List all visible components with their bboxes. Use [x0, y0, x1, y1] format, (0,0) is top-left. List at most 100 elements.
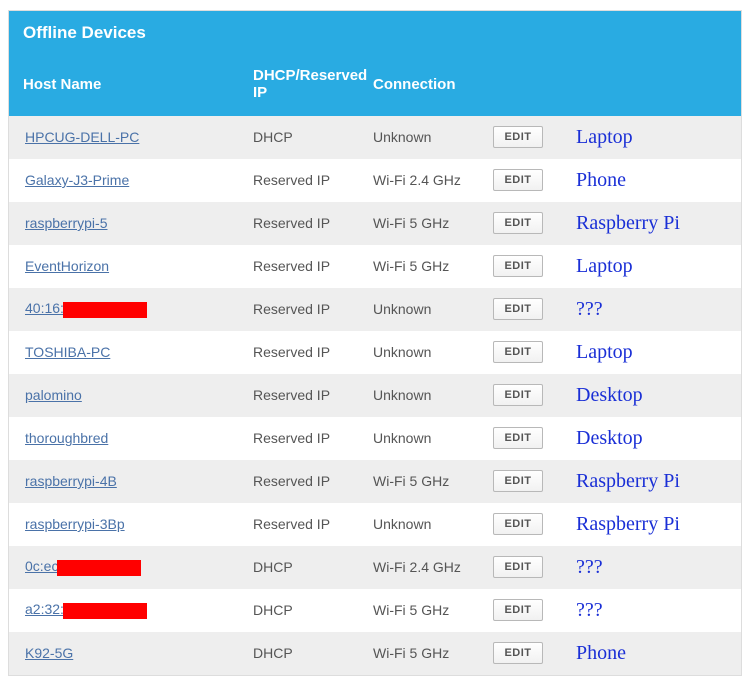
table-row: 0c:ecDHCPWi-Fi 2.4 GHzEDIT???	[9, 546, 741, 589]
connection-cell: Unknown	[373, 344, 493, 360]
host-link[interactable]: palomino	[25, 387, 82, 403]
edit-button[interactable]: EDIT	[493, 642, 543, 664]
table-row: 40:16: Reserved IPUnknownEDIT???	[9, 288, 741, 331]
table-row: TOSHIBA-PC Reserved IPUnknownEDIT Laptop	[9, 331, 741, 374]
edit-cell: EDIT	[493, 427, 558, 449]
edit-button[interactable]: EDIT	[493, 126, 543, 148]
annotation-text: Raspberry Pi	[558, 212, 727, 235]
dhcp-cell: Reserved IP	[253, 430, 373, 446]
connection-cell: Unknown	[373, 516, 493, 532]
connection-cell: Wi-Fi 5 GHz	[373, 473, 493, 489]
annotation-text: Desktop	[558, 384, 727, 407]
host-link[interactable]: K92-5G	[25, 645, 73, 661]
dhcp-cell: Reserved IP	[253, 258, 373, 274]
edit-cell: EDIT	[493, 126, 558, 148]
host-link[interactable]: EventHorizon	[25, 258, 109, 274]
edit-button[interactable]: EDIT	[493, 212, 543, 234]
annotation-text: Laptop	[558, 341, 727, 364]
connection-cell: Unknown	[373, 301, 493, 317]
annotation-text: Raspberry Pi	[558, 513, 727, 536]
annotation-text: Raspberry Pi	[558, 470, 727, 493]
host-cell: a2:32:	[23, 601, 253, 618]
connection-cell: Unknown	[373, 129, 493, 145]
dhcp-cell: Reserved IP	[253, 301, 373, 317]
column-header-row: Host Name DHCP/Reserved IP Connection	[9, 55, 741, 116]
host-cell: 0c:ec	[23, 558, 253, 575]
edit-cell: EDIT	[493, 255, 558, 277]
table-row: palominoReserved IPUnknownEDITDesktop	[9, 374, 741, 417]
dhcp-cell: Reserved IP	[253, 172, 373, 188]
col-header-dhcp: DHCP/Reserved IP	[253, 67, 373, 102]
edit-cell: EDIT	[493, 298, 558, 320]
host-cell: raspberrypi-4B	[23, 473, 253, 489]
edit-button[interactable]: EDIT	[493, 470, 543, 492]
connection-cell: Wi-Fi 5 GHz	[373, 602, 493, 618]
edit-button[interactable]: EDIT	[493, 169, 543, 191]
host-link[interactable]: raspberrypi-3Bp	[25, 516, 125, 532]
dhcp-cell: Reserved IP	[253, 387, 373, 403]
edit-cell: EDIT	[493, 212, 558, 234]
host-link[interactable]: raspberrypi-4B	[25, 473, 117, 489]
annotation-text: ???	[558, 298, 727, 321]
table-row: HPCUG-DELL-PC DHCPUnknownEDIT Laptop	[9, 116, 741, 159]
host-cell: Galaxy-J3-Prime	[23, 172, 253, 188]
host-cell: EventHorizon	[23, 258, 253, 274]
redaction-block	[63, 302, 147, 318]
redaction-block	[57, 560, 141, 576]
dhcp-cell: DHCP	[253, 129, 373, 145]
annotation-text: Phone	[558, 169, 727, 192]
edit-cell: EDIT	[493, 556, 558, 578]
table-row: EventHorizonReserved IPWi-Fi 5 GHzEDITLa…	[9, 245, 741, 288]
host-link[interactable]: HPCUG-DELL-PC	[25, 129, 139, 145]
annotation-text: Desktop	[558, 427, 727, 450]
connection-cell: Wi-Fi 5 GHz	[373, 645, 493, 661]
edit-cell: EDIT	[493, 599, 558, 621]
host-cell: TOSHIBA-PC	[23, 344, 253, 360]
redaction-block	[63, 603, 147, 619]
host-link[interactable]: 0c:ec	[25, 558, 58, 574]
dhcp-cell: Reserved IP	[253, 215, 373, 231]
host-cell: 40:16:	[23, 300, 253, 317]
edit-cell: EDIT	[493, 470, 558, 492]
annotation-text: Laptop	[558, 126, 727, 149]
host-link[interactable]: raspberrypi-5	[25, 215, 107, 231]
edit-button[interactable]: EDIT	[493, 556, 543, 578]
host-link[interactable]: a2:32:	[25, 601, 64, 617]
edit-button[interactable]: EDIT	[493, 599, 543, 621]
annotation-text: ???	[558, 556, 727, 579]
host-cell: palomino	[23, 387, 253, 403]
host-cell: K92-5G	[23, 645, 253, 661]
edit-button[interactable]: EDIT	[493, 255, 543, 277]
dhcp-cell: DHCP	[253, 602, 373, 618]
table-row: raspberrypi-3Bp Reserved IPUnknownEDIT Ras…	[9, 503, 741, 546]
annotation-text: Laptop	[558, 255, 727, 278]
table-row: Galaxy-J3-Prime Reserved IPWi-Fi 2.4 GHzE…	[9, 159, 741, 202]
table-row: K92-5GDHCPWi-Fi 5 GHzEDITPhone	[9, 632, 741, 675]
edit-button[interactable]: EDIT	[493, 341, 543, 363]
table-row: raspberrypi-5Reserved IPWi-Fi 5 GHzEDITR…	[9, 202, 741, 245]
col-header-connection: Connection	[373, 76, 493, 93]
table-row: raspberrypi-4B Reserved IPWi-Fi 5 GHzEDIT…	[9, 460, 741, 503]
host-cell: HPCUG-DELL-PC	[23, 129, 253, 145]
host-link[interactable]: 40:16:	[25, 300, 64, 316]
edit-button[interactable]: EDIT	[493, 384, 543, 406]
host-link[interactable]: thoroughbred	[25, 430, 108, 446]
host-link[interactable]: TOSHIBA-PC	[25, 344, 110, 360]
dhcp-cell: Reserved IP	[253, 516, 373, 532]
edit-button[interactable]: EDIT	[493, 427, 543, 449]
dhcp-cell: Reserved IP	[253, 473, 373, 489]
edit-cell: EDIT	[493, 169, 558, 191]
panel-title: Offline Devices	[9, 11, 741, 55]
dhcp-cell: Reserved IP	[253, 344, 373, 360]
edit-button[interactable]: EDIT	[493, 513, 543, 535]
dhcp-cell: DHCP	[253, 645, 373, 661]
col-header-host: Host Name	[23, 76, 253, 93]
annotation-text: ???	[558, 599, 727, 622]
host-link[interactable]: Galaxy-J3-Prime	[25, 172, 129, 188]
connection-cell: Wi-Fi 2.4 GHz	[373, 172, 493, 188]
rows-container: HPCUG-DELL-PCDHCPUnknownEDITLaptopGalaxy…	[9, 116, 741, 675]
connection-cell: Wi-Fi 2.4 GHz	[373, 559, 493, 575]
edit-button[interactable]: EDIT	[493, 298, 543, 320]
host-cell: thoroughbred	[23, 430, 253, 446]
offline-devices-panel: Offline Devices Host Name DHCP/Reserved …	[8, 10, 742, 676]
